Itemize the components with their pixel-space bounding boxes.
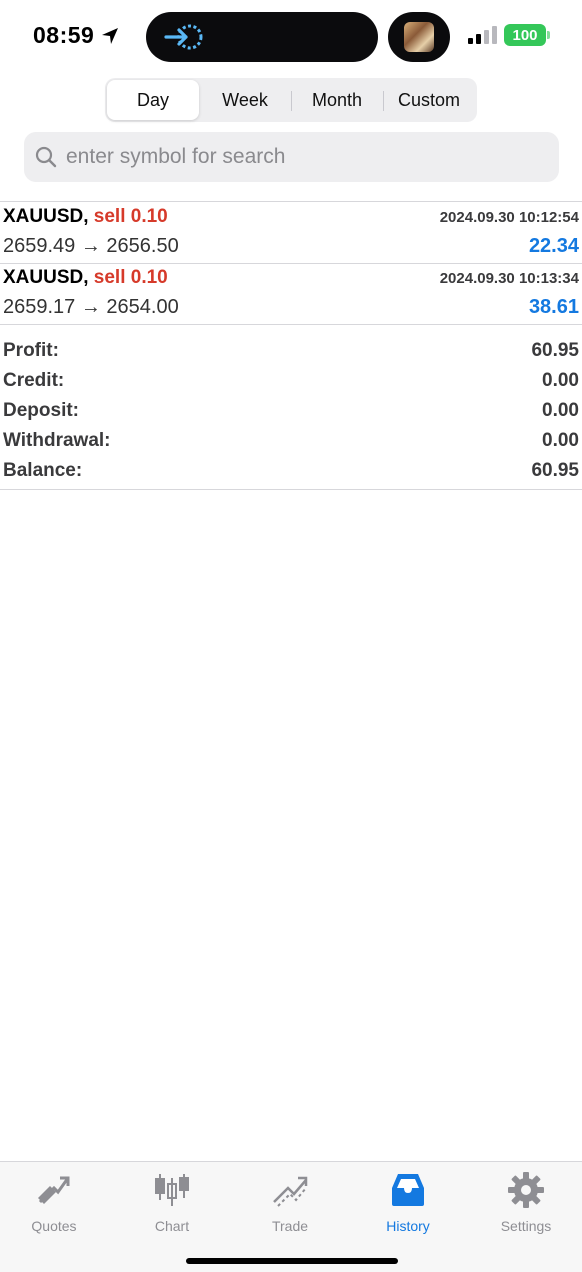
dynamic-island[interactable] bbox=[146, 12, 378, 62]
tab-label: History bbox=[386, 1218, 430, 1234]
history-inbox-icon bbox=[392, 1174, 424, 1206]
deal-title: XAUUSD, sell 0.10 bbox=[3, 267, 168, 289]
summary-row-withdrawal: Withdrawal: 0.00 bbox=[0, 426, 582, 456]
location-arrow-icon bbox=[102, 27, 119, 44]
tab-trade[interactable]: Trade bbox=[240, 1170, 340, 1240]
tab-settings[interactable]: Settings bbox=[476, 1170, 576, 1240]
deal-prices: 2659.49 → 2656.50 bbox=[3, 235, 179, 257]
summary-label: Withdrawal: bbox=[3, 430, 111, 451]
tab-label: Chart bbox=[154, 1218, 190, 1234]
deal-time: 2024.09.30 10:12:54 bbox=[439, 209, 579, 226]
search-input[interactable] bbox=[66, 145, 536, 169]
deal-profit: 22.34 bbox=[528, 235, 579, 257]
deal-symbol: XAUUSD, bbox=[3, 206, 89, 227]
deal-side-volume: sell 0.10 bbox=[93, 206, 168, 227]
summary-row-profit: Profit: 60.95 bbox=[0, 336, 582, 366]
status-time: 08:59 bbox=[33, 22, 120, 49]
tab-custom[interactable]: Custom bbox=[383, 80, 475, 120]
deal-symbol: XAUUSD, bbox=[3, 267, 89, 288]
tab-week[interactable]: Week bbox=[199, 80, 291, 120]
search-bar[interactable] bbox=[24, 132, 559, 182]
deal-row[interactable]: XAUUSD, sell 0.10 2024.09.30 10:12:54 26… bbox=[0, 202, 582, 263]
battery-level: 100 bbox=[512, 26, 538, 44]
tab-label: Quotes bbox=[31, 1218, 77, 1234]
summary-label: Credit: bbox=[3, 370, 65, 391]
summary-value: 60.95 bbox=[531, 460, 579, 481]
summary-label: Deposit: bbox=[3, 400, 79, 421]
search-icon bbox=[35, 146, 57, 168]
deal-side-volume: sell 0.10 bbox=[93, 267, 168, 288]
chart-candles-icon bbox=[155, 1174, 189, 1206]
tab-chart[interactable]: Chart bbox=[122, 1170, 222, 1240]
quotes-icon bbox=[38, 1176, 70, 1204]
deal-time: 2024.09.30 10:13:34 bbox=[439, 270, 579, 287]
period-segmented-control: Day Week Month Custom bbox=[105, 78, 477, 122]
status-time-text: 08:59 bbox=[33, 22, 95, 48]
tab-month[interactable]: Month bbox=[291, 80, 383, 120]
summary-label: Profit: bbox=[3, 340, 59, 361]
summary-row-balance: Balance: 60.95 bbox=[0, 456, 582, 486]
divider bbox=[0, 324, 582, 325]
account-summary: Profit: 60.95 Credit: 0.00 Deposit: 0.00… bbox=[0, 336, 582, 486]
battery-icon: 100 bbox=[504, 24, 550, 46]
divider bbox=[0, 489, 582, 490]
status-bar: 08:59 100 bbox=[0, 0, 582, 70]
activity-photo bbox=[404, 22, 434, 52]
summary-value: 0.00 bbox=[542, 430, 579, 451]
tab-history[interactable]: History bbox=[358, 1170, 458, 1240]
tab-quotes[interactable]: Quotes bbox=[4, 1170, 104, 1240]
summary-value: 0.00 bbox=[542, 370, 579, 391]
summary-value: 0.00 bbox=[542, 400, 579, 421]
trade-icon bbox=[273, 1176, 308, 1207]
live-activity-icon bbox=[164, 24, 203, 50]
summary-row-credit: Credit: 0.00 bbox=[0, 366, 582, 396]
deal-profit: 38.61 bbox=[528, 296, 579, 318]
summary-label: Balance: bbox=[3, 460, 83, 481]
gear-icon bbox=[508, 1172, 544, 1208]
deal-prices: 2659.17 → 2654.00 bbox=[3, 296, 179, 318]
summary-row-deposit: Deposit: 0.00 bbox=[0, 396, 582, 426]
bottom-tab-bar: Quotes Chart Trade History Settings bbox=[0, 1161, 582, 1272]
deal-row[interactable]: XAUUSD, sell 0.10 2024.09.30 10:13:34 26… bbox=[0, 263, 582, 324]
tab-label: Trade bbox=[271, 1218, 309, 1234]
summary-value: 60.95 bbox=[531, 340, 579, 361]
tab-day[interactable]: Day bbox=[107, 80, 199, 120]
tab-label: Settings bbox=[500, 1218, 552, 1234]
home-indicator[interactable] bbox=[186, 1258, 398, 1264]
signal-icon bbox=[468, 26, 497, 44]
deal-title: XAUUSD, sell 0.10 bbox=[3, 206, 168, 228]
island-activity-thumbnail[interactable] bbox=[388, 12, 450, 62]
